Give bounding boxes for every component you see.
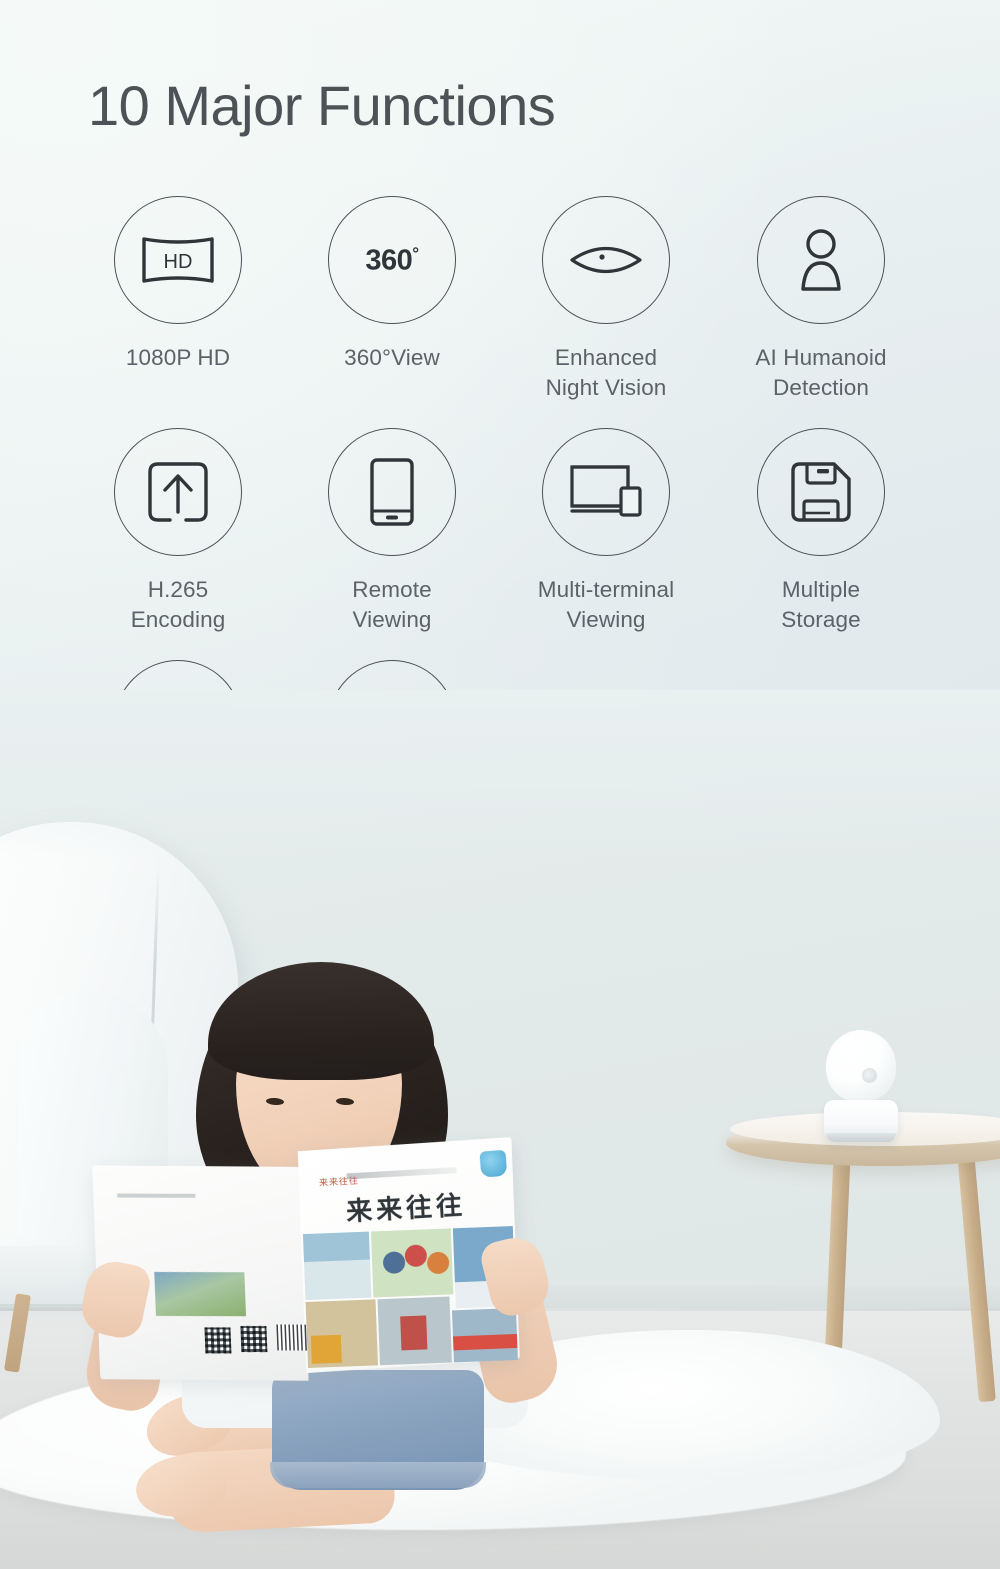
camera-lens-icon	[862, 1068, 877, 1083]
night-vision-eye-icon	[570, 247, 642, 273]
hd-badge-text: HD	[164, 251, 193, 273]
book-emblem-icon	[479, 1149, 508, 1178]
feature-item-night-vision[interactable]: Enhanced Night Vision	[499, 196, 713, 403]
qr-code-icon	[240, 1326, 268, 1353]
security-camera-ring	[826, 1133, 896, 1142]
icon-ring	[757, 428, 885, 556]
icon-ring: HD	[114, 196, 242, 324]
monitor-and-phone-icon	[570, 465, 642, 517]
product-feature-page: 10 Major Functions HD 1080P HD 360° 360°…	[0, 0, 1000, 1569]
feature-label: Remote Viewing	[352, 577, 432, 632]
security-camera-head	[826, 1030, 896, 1102]
icon-ring	[542, 428, 670, 556]
icon-ring	[757, 196, 885, 324]
feature-label: Multiple Storage	[781, 577, 861, 632]
feature-label: 1080P HD	[125, 345, 231, 370]
feature-label: Enhanced Night Vision	[545, 345, 667, 400]
book-back-text-line	[117, 1193, 196, 1198]
feature-item-360-view[interactable]: 360° 360°View	[285, 196, 499, 373]
page-title: 10 Major Functions	[88, 74, 556, 137]
child-shorts-hem	[270, 1462, 486, 1488]
feature-row: H.265 Encoding Remote Viewing Multi-term…	[0, 428, 1000, 660]
icon-ring	[114, 428, 242, 556]
feature-label: Multi-terminal Viewing	[537, 577, 675, 632]
book-back-thumbnail	[154, 1271, 247, 1317]
icon-ring	[328, 428, 456, 556]
feature-item-multiple-storage[interactable]: Multiple Storage	[714, 428, 928, 635]
feature-label: AI Humanoid Detection	[755, 345, 887, 400]
feature-item-multi-terminal-viewing[interactable]: Multi-terminal Viewing	[499, 428, 713, 635]
smartphone-icon	[370, 458, 414, 526]
feature-item-h265-encoding[interactable]: H.265 Encoding	[71, 428, 285, 635]
360-number: 360	[365, 244, 413, 277]
person-detection-icon	[801, 229, 841, 291]
feature-row: HD 1080P HD 360° 360°View Enhanced Night…	[0, 196, 1000, 428]
icon-ring	[542, 196, 670, 324]
hd-badge-icon: HD	[142, 237, 214, 283]
degree-symbol: °	[412, 243, 419, 263]
feature-label: 360°View	[344, 345, 440, 370]
book-title: 来来往往	[345, 1189, 467, 1227]
feature-item-ai-humanoid-detection[interactable]: AI Humanoid Detection	[714, 196, 928, 403]
floppy-disk-icon	[791, 462, 851, 522]
feature-item-1080p-hd[interactable]: HD 1080P HD	[71, 196, 285, 373]
feature-item-remote-viewing[interactable]: Remote Viewing	[285, 428, 499, 635]
upload-arrow-in-square-icon	[148, 462, 208, 522]
icon-ring: 360°	[328, 196, 456, 324]
picture-book: 来来往往 来来往往	[92, 1137, 520, 1384]
360-degree-text-icon: 360°	[365, 243, 419, 277]
feature-label: H.265 Encoding	[130, 577, 226, 632]
qr-code-icon	[204, 1327, 232, 1354]
